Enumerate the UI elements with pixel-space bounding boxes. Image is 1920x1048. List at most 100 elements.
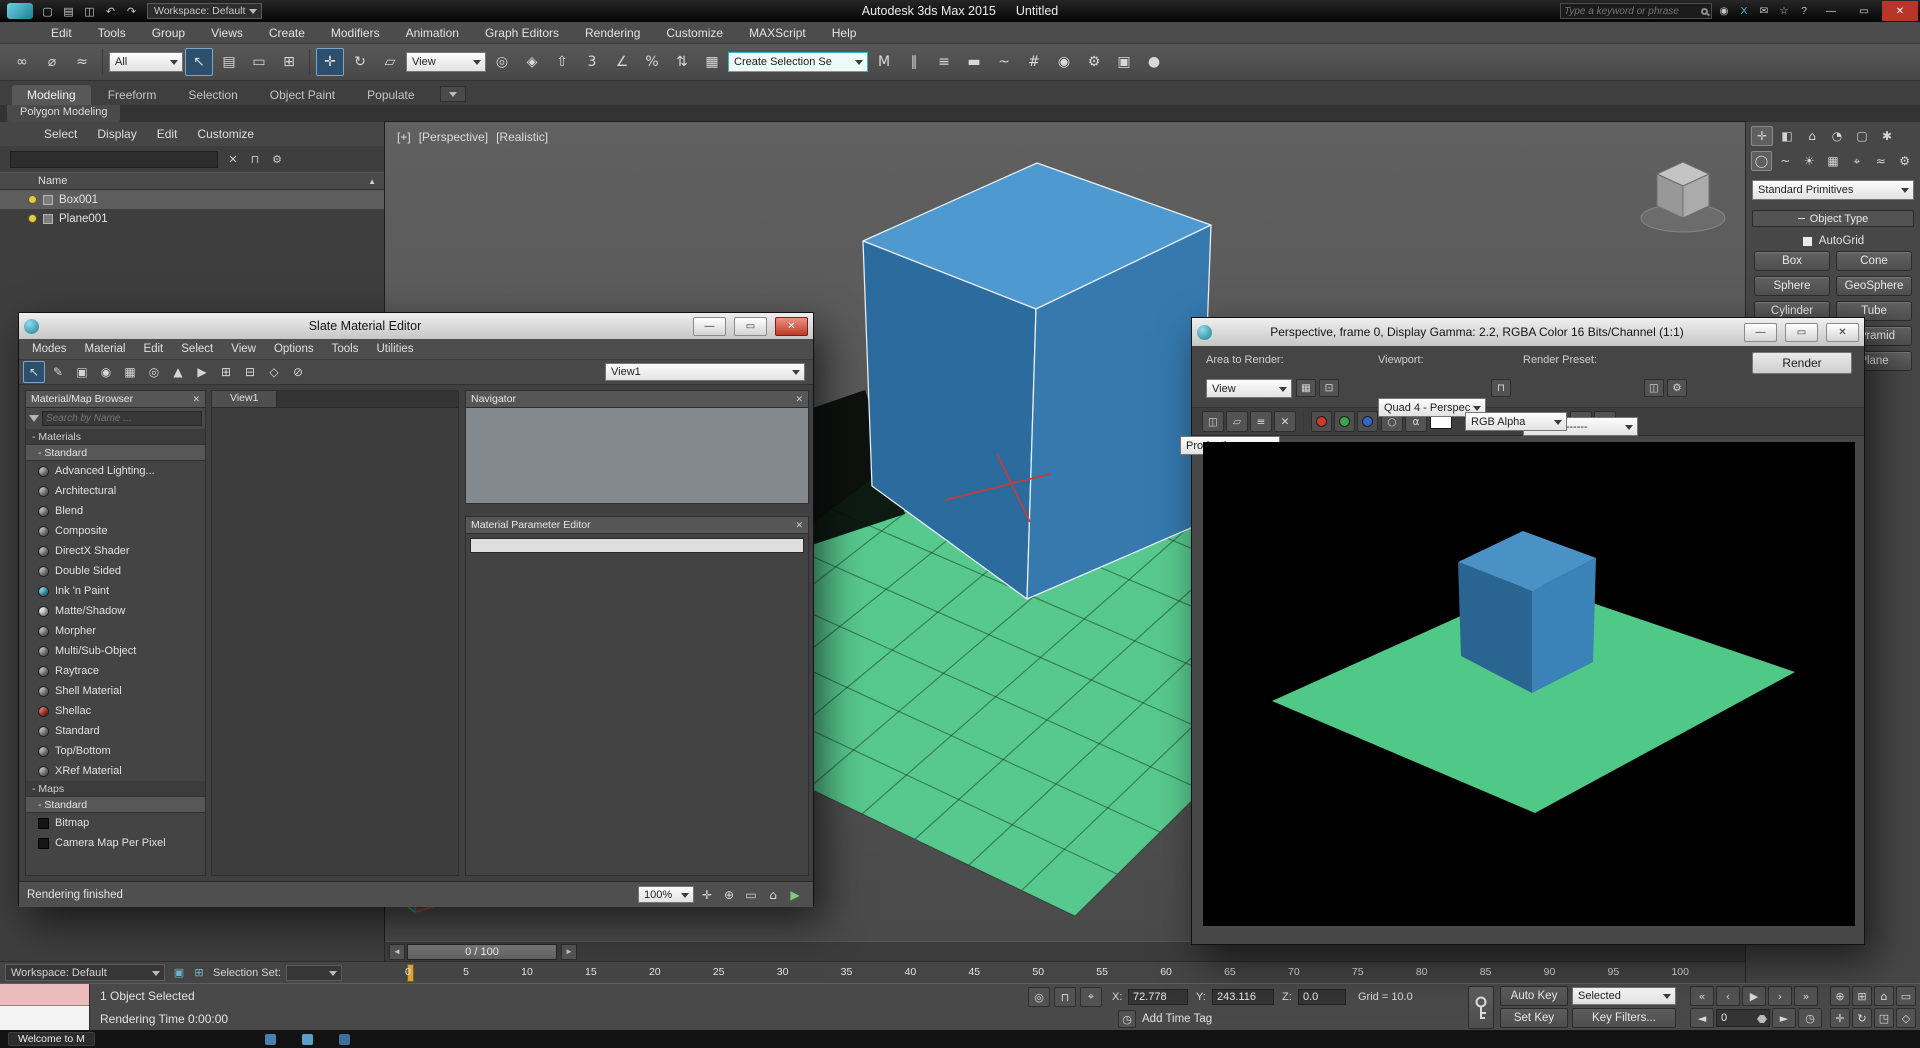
map-list-item[interactable]: Bitmap <box>26 813 205 833</box>
zoom-icon[interactable]: ⊕ <box>1830 986 1850 1006</box>
manage-sets-icon[interactable]: ⊞ <box>190 965 208 981</box>
geometry-icon[interactable]: ◯ <box>1751 151 1772 171</box>
rendered-image[interactable] <box>1203 442 1855 926</box>
menu-item[interactable]: MAXScript <box>736 26 819 40</box>
workspaces-icon[interactable]: ▣ <box>170 965 188 981</box>
search-icon[interactable] <box>1701 7 1708 15</box>
layout-children-icon[interactable]: ⊟ <box>239 361 261 383</box>
visibility-bulb-icon[interactable] <box>28 195 37 204</box>
listener-macro-row[interactable] <box>0 984 89 1006</box>
slate-menu-item[interactable]: Edit <box>134 343 172 355</box>
menu-item[interactable]: Create <box>256 26 318 40</box>
selection-set-dropdown[interactable] <box>285 964 342 981</box>
render-setup-icon[interactable]: ⚙ <box>1667 379 1687 397</box>
materials-standard-group-header[interactable]: - Standard <box>26 445 205 461</box>
play-icon[interactable]: ▶ <box>1742 986 1766 1006</box>
angle-snap-icon[interactable]: ∠ <box>608 48 636 76</box>
explorer-menu-item[interactable]: Customize <box>187 127 264 141</box>
menu-item[interactable]: Edit <box>38 26 85 40</box>
material-list-item[interactable]: Ink 'n Paint <box>26 581 205 601</box>
slate-close-button[interactable]: ✕ <box>775 316 808 336</box>
save-preset-icon[interactable]: ◫ <box>1644 379 1664 397</box>
snaps-toggle-icon[interactable]: 3 <box>578 48 606 76</box>
selection-region-icon[interactable]: ▭ <box>245 48 273 76</box>
helpers-icon[interactable]: ⌖ <box>1846 151 1867 171</box>
slate-minimize-button[interactable]: — <box>693 316 726 336</box>
save-file-icon[interactable]: ◫ <box>80 3 99 20</box>
menu-item[interactable]: Group <box>139 26 198 40</box>
menu-item[interactable]: Help <box>819 26 870 40</box>
close-button[interactable]: ✕ <box>1882 1 1918 21</box>
previous-key-icon[interactable]: ◄ <box>1690 1008 1714 1028</box>
menu-item[interactable]: Rendering <box>572 26 653 40</box>
material-list-item[interactable]: Architectural <box>26 481 205 501</box>
scene-object-row[interactable]: Plane001 <box>0 209 384 228</box>
utilities-tab-icon[interactable]: ✱ <box>1876 126 1898 146</box>
frame-spinner[interactable] <box>1757 1012 1767 1024</box>
key-filters-button[interactable]: Key Filters... <box>1572 1008 1676 1028</box>
communication-center-icon[interactable]: ✉ <box>1755 3 1773 19</box>
menu-item[interactable]: Graph Editors <box>472 26 572 40</box>
maximize-viewport-icon[interactable]: ◳ <box>1874 1008 1894 1028</box>
show-shaded-map-icon[interactable]: ▦ <box>119 361 141 383</box>
zoom-region-icon[interactable]: ▭ <box>1896 986 1916 1006</box>
viewport-menu-general[interactable]: [+] <box>397 130 411 144</box>
go-to-end-icon[interactable]: » <box>1794 986 1818 1006</box>
material-list-item[interactable]: DirectX Shader <box>26 541 205 561</box>
window-crossing-icon[interactable]: ⊞ <box>275 48 303 76</box>
material-list-item[interactable]: Double Sided <box>26 561 205 581</box>
time-slider-handle[interactable]: 0 / 100 <box>407 943 557 960</box>
percent-snap-icon[interactable]: % <box>638 48 666 76</box>
align-icon[interactable]: ∥ <box>900 48 928 76</box>
keyboard-override-icon[interactable]: ⇧ <box>548 48 576 76</box>
pan-icon[interactable]: ✛ <box>1830 1008 1850 1028</box>
slate-maximize-button[interactable]: ▭ <box>734 316 767 336</box>
rfw-close-button[interactable]: ✕ <box>1826 322 1859 342</box>
workspace-dropdown[interactable]: Workspace: Default <box>147 3 263 19</box>
space-warps-icon[interactable]: ≈ <box>1870 151 1891 171</box>
slate-view-area[interactable]: View1 <box>211 390 459 876</box>
explorer-menu-item[interactable]: Display <box>87 127 146 141</box>
key-selection-dropdown[interactable]: Selected <box>1572 987 1676 1005</box>
select-and-manipulate-icon[interactable]: ◈ <box>518 48 546 76</box>
primitive-button[interactable]: GeoSphere <box>1836 276 1912 296</box>
taskbar-welcome-button[interactable]: Welcome to M <box>8 1032 95 1046</box>
material-list-item[interactable]: Raytrace <box>26 661 205 681</box>
clear-image-icon[interactable]: ✕ <box>1274 411 1296 432</box>
material-list-item[interactable]: Morpher <box>26 621 205 641</box>
bind-to-spacewarp-icon[interactable]: ≈ <box>68 48 96 76</box>
edit-region-icon[interactable]: ▦ <box>1296 379 1316 397</box>
listener-script-row[interactable] <box>0 1006 89 1030</box>
material-list-item[interactable]: Multi/Sub-Object <box>26 641 205 661</box>
set-key-big-button[interactable] <box>1468 986 1494 1029</box>
show-end-result-icon[interactable]: ◎ <box>143 361 165 383</box>
ribbon-toggle-icon[interactable]: ▬ <box>960 48 988 76</box>
go-forward-icon[interactable]: ▶ <box>191 361 213 383</box>
slate-menu-item[interactable]: View <box>222 343 265 355</box>
render-production-icon[interactable]: ● <box>1140 48 1168 76</box>
absolute-mode-icon[interactable]: ⌖ <box>1080 987 1102 1007</box>
maxscript-mini-listener[interactable] <box>0 984 90 1031</box>
materials-group-header[interactable]: - Materials <box>26 429 205 445</box>
slate-menu-item[interactable]: Modes <box>23 343 76 355</box>
slate-zoom-dropdown[interactable]: 100% <box>638 886 694 903</box>
favorites-icon[interactable]: ☆ <box>1775 3 1793 19</box>
taskbar-item-icon[interactable] <box>301 1033 313 1045</box>
redo-icon[interactable]: ↷ <box>122 3 141 20</box>
parameter-name-field[interactable] <box>470 538 804 553</box>
workspace-selector-dropdown[interactable]: Workspace: Default <box>5 964 165 981</box>
navigator-close-icon[interactable]: ✕ <box>795 394 803 405</box>
ribbon-tab[interactable]: Freeform <box>93 85 172 105</box>
lights-icon[interactable]: ☀ <box>1799 151 1820 171</box>
edit-named-sets-icon[interactable]: ▦ <box>698 48 726 76</box>
exchange-apps-icon[interactable]: X <box>1735 3 1753 19</box>
material-list-item[interactable]: XRef Material <box>26 761 205 781</box>
systems-icon[interactable]: ⚙ <box>1894 151 1915 171</box>
assign-to-selection-icon[interactable]: ◉ <box>95 361 117 383</box>
print-image-icon[interactable]: ≡ <box>1250 411 1272 432</box>
green-channel-icon[interactable] <box>1334 411 1355 432</box>
isolate-selection-icon[interactable]: ◎ <box>1028 987 1050 1007</box>
add-time-tag-button[interactable]: Add Time Tag <box>1142 1013 1212 1025</box>
selection-filter-dropdown[interactable]: All <box>109 52 183 72</box>
layout-all-icon[interactable]: ⊞ <box>215 361 237 383</box>
